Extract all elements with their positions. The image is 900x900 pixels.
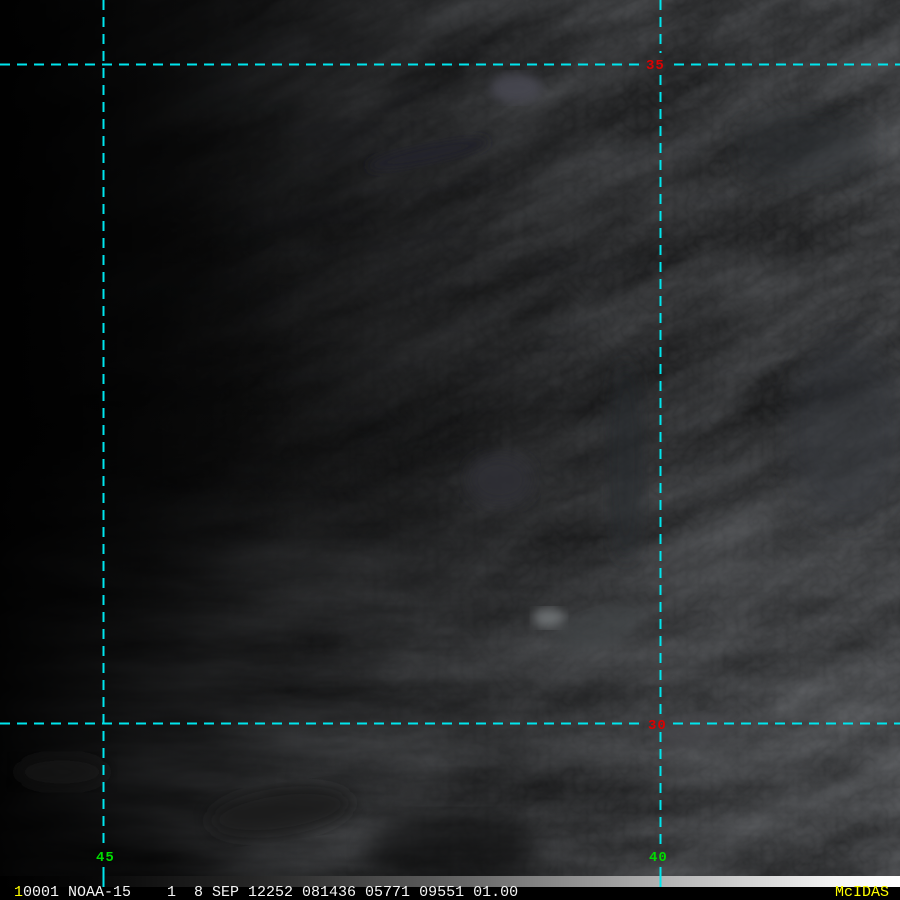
satellite-image-canvas[interactable]	[0, 0, 900, 876]
frame-number: 1	[14, 884, 24, 900]
image-info-text: 0001 NOAA-15 1 8 SEP 12252 081436 05771 …	[23, 884, 519, 900]
status-bar: 1 0001 NOAA-15 1 8 SEP 12252 081436 0577…	[0, 884, 900, 900]
left-dark-vignette	[0, 0, 300, 876]
mcidas-window: 35 30 45 40 1 0001 NOAA-15 1 8 SEP 12252…	[0, 0, 900, 900]
mcidas-brand-label: McIDAS	[834, 884, 889, 900]
